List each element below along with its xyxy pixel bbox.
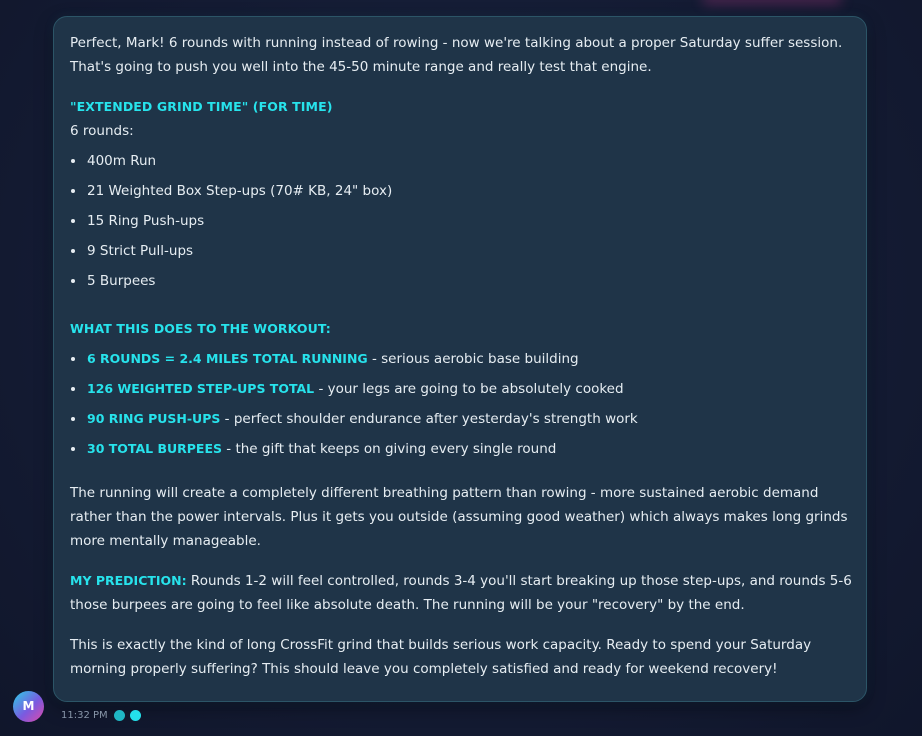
- prediction-text: Rounds 1-2 will feel controlled, rounds …: [70, 573, 852, 613]
- effect-text: - serious aerobic base building: [367, 351, 579, 367]
- list-item: 90 RING PUSH-UPS - perfect shoulder endu…: [70, 407, 852, 431]
- list-item: 30 TOTAL BURPEES - the gift that keeps o…: [70, 437, 852, 461]
- decorative-glow: [702, 0, 842, 4]
- effect-text: - your legs are going to be absolutely c…: [314, 381, 624, 397]
- status-dot-icon: [129, 709, 141, 721]
- status-dot-icon: [113, 709, 125, 721]
- list-item: 21 Weighted Box Step-ups (70# KB, 24" bo…: [70, 179, 852, 203]
- list-item: 400m Run: [70, 149, 852, 173]
- message-meta: 11:32 PM: [61, 707, 146, 723]
- effect-text: - the gift that keeps on giving every si…: [222, 441, 557, 457]
- list-item: 126 WEIGHTED STEP-UPS TOTAL - your legs …: [70, 377, 852, 401]
- closing-paragraph: This is exactly the kind of long CrossFi…: [70, 637, 812, 677]
- list-item: 9 Strict Pull-ups: [70, 239, 852, 263]
- chat-view: Perfect, Mark! 6 rounds with running ins…: [0, 0, 922, 736]
- effect-highlight: 30 TOTAL BURPEES: [87, 441, 222, 456]
- effect-highlight: 126 WEIGHTED STEP-UPS TOTAL: [87, 381, 315, 396]
- avatar-initial: M: [22, 699, 35, 713]
- avatar[interactable]: M: [13, 691, 44, 722]
- message-intro: Perfect, Mark! 6 rounds with running ins…: [70, 35, 843, 75]
- list-item: 5 Burpees: [70, 269, 852, 293]
- message-timestamp: 11:32 PM: [61, 709, 108, 721]
- effect-text: - perfect shoulder endurance after yeste…: [220, 411, 638, 427]
- list-item: 6 ROUNDS = 2.4 MILES TOTAL RUNNING - ser…: [70, 347, 852, 371]
- effects-list: 6 ROUNDS = 2.4 MILES TOTAL RUNNING - ser…: [70, 347, 852, 461]
- movement-list: 400m Run 21 Weighted Box Step-ups (70# K…: [70, 149, 852, 293]
- effect-highlight: 6 ROUNDS = 2.4 MILES TOTAL RUNNING: [87, 351, 368, 366]
- effects-heading: WHAT THIS DOES TO THE WORKOUT:: [70, 321, 331, 336]
- running-paragraph: The running will create a completely dif…: [70, 485, 848, 549]
- effect-highlight: 90 RING PUSH-UPS: [87, 411, 221, 426]
- list-item: 15 Ring Push-ups: [70, 209, 852, 233]
- prediction-paragraph: MY PREDICTION: Rounds 1-2 will feel cont…: [70, 569, 852, 617]
- rounds-label: 6 rounds:: [70, 123, 134, 139]
- workout-title: "EXTENDED GRIND TIME" (FOR TIME): [70, 99, 333, 114]
- prediction-label: MY PREDICTION:: [70, 573, 187, 588]
- assistant-message-bubble: Perfect, Mark! 6 rounds with running ins…: [53, 16, 867, 702]
